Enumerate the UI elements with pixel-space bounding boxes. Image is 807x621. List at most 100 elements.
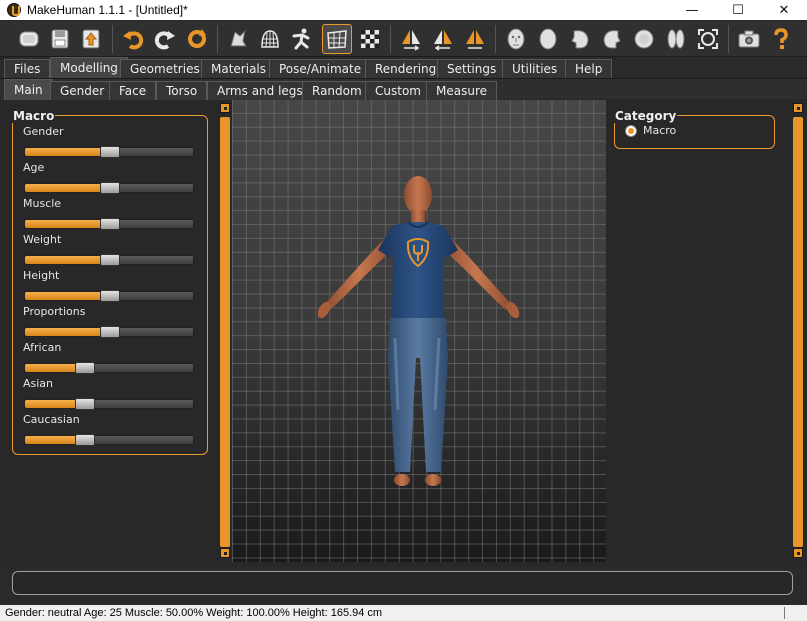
tab-files[interactable]: Files	[4, 59, 51, 78]
smooth-icon[interactable]	[223, 24, 253, 54]
3d-viewport[interactable]	[232, 100, 606, 562]
symmetry-right-icon[interactable]	[396, 24, 426, 54]
slider-fill	[25, 292, 110, 300]
tab-modelling[interactable]: Modelling	[50, 57, 128, 78]
left-scrollbar[interactable]	[220, 117, 230, 547]
symmetry-left-icon[interactable]	[428, 24, 458, 54]
tab-help[interactable]: Help	[565, 59, 613, 78]
close-button[interactable]: ✕	[761, 0, 807, 20]
slider-fill	[25, 184, 110, 192]
slider-track[interactable]	[24, 290, 194, 302]
window-title: MakeHuman 1.1.1 - [Untitled]*	[27, 3, 188, 17]
head-top-icon[interactable]	[629, 24, 659, 54]
slider-label: Gender	[23, 125, 64, 138]
slider-label: African	[23, 341, 62, 354]
slider-fill	[25, 148, 110, 156]
left-panel: Macro Gender Age Muscle Weight Height Proport…	[4, 100, 218, 566]
subtab-torso[interactable]: Torso	[156, 81, 208, 100]
help-icon[interactable]	[766, 24, 796, 54]
subtab-measure[interactable]: Measure	[426, 81, 497, 100]
face-front-icon[interactable]	[501, 24, 531, 54]
slider-african: African	[23, 341, 195, 374]
tab-pose-animate[interactable]: Pose/Animate	[269, 59, 372, 78]
reset-icon[interactable]	[182, 24, 212, 54]
slider-track[interactable]	[24, 398, 194, 410]
slider-track[interactable]	[24, 218, 194, 230]
slider-handle[interactable]	[100, 146, 120, 158]
left-scroll-up-arrow[interactable]	[220, 103, 230, 113]
slider-track[interactable]	[24, 326, 194, 338]
slider-track[interactable]	[24, 362, 194, 374]
category-title: Category	[614, 109, 678, 123]
grid-icon[interactable]	[322, 24, 352, 54]
redo-icon[interactable]	[150, 24, 180, 54]
wireframe-icon[interactable]	[255, 24, 285, 54]
checker-icon[interactable]	[355, 24, 385, 54]
slider-fill	[25, 220, 110, 228]
screenshot-icon[interactable]	[734, 24, 764, 54]
save-icon[interactable]	[45, 24, 75, 54]
title-bar: MakeHuman 1.1.1 - [Untitled]* — ☐ ✕	[0, 0, 807, 20]
slider-track[interactable]	[24, 254, 194, 266]
slider-handle[interactable]	[100, 290, 120, 302]
slider-asian: Asian	[23, 377, 195, 410]
slider-label: Asian	[23, 377, 54, 390]
face-left-icon[interactable]	[565, 24, 595, 54]
tab-utilities[interactable]: Utilities	[502, 59, 568, 78]
left-scroll-down-arrow[interactable]	[220, 548, 230, 558]
slider-label: Caucasian	[23, 413, 80, 426]
undo-icon[interactable]	[118, 24, 148, 54]
slider-handle[interactable]	[75, 362, 95, 374]
subtab-random[interactable]: Random	[302, 81, 372, 100]
right-scroll-up-arrow[interactable]	[793, 103, 803, 113]
slider-handle[interactable]	[75, 434, 95, 446]
slider-handle[interactable]	[100, 218, 120, 230]
right-panel: Category Macro	[610, 100, 790, 566]
macro-radio-label[interactable]: Macro	[643, 124, 676, 137]
export-icon[interactable]	[76, 24, 106, 54]
pose-icon[interactable]	[287, 24, 317, 54]
slider-label: Height	[23, 269, 60, 282]
slider-label: Muscle	[23, 197, 62, 210]
slider-gender: Gender	[23, 125, 195, 158]
slider-fill	[25, 328, 110, 336]
subtab-main[interactable]: Main	[4, 79, 53, 100]
slider-track[interactable]	[24, 434, 194, 446]
slider-weight: Weight	[23, 233, 195, 266]
slider-label: Proportions	[23, 305, 86, 318]
head-icon[interactable]	[533, 24, 563, 54]
right-scrollbar[interactable]	[793, 117, 803, 547]
slider-handle[interactable]	[100, 254, 120, 266]
tab-rendering[interactable]: Rendering	[365, 59, 447, 78]
slider-label: Weight	[23, 233, 62, 246]
tab-settings[interactable]: Settings	[437, 59, 507, 78]
slider-handle[interactable]	[100, 182, 120, 194]
tab-geometries[interactable]: Geometries	[120, 59, 210, 78]
subtab-gender[interactable]: Gender	[50, 81, 115, 100]
subtab-arms-and-legs[interactable]: Arms and legs	[207, 81, 313, 100]
maximize-button[interactable]: ☐	[715, 0, 761, 20]
slider-muscle: Muscle	[23, 197, 195, 230]
slider-label: Age	[23, 161, 45, 174]
face-right-icon[interactable]	[597, 24, 627, 54]
main-tab-bar: Files Modelling Geometries Materials Pos…	[0, 57, 807, 78]
slider-age: Age	[23, 161, 195, 194]
new-file-icon[interactable]	[14, 24, 44, 54]
reset-camera-icon[interactable]	[693, 24, 723, 54]
macro-radio-button[interactable]	[625, 125, 637, 137]
slider-fill	[25, 256, 110, 264]
slider-handle[interactable]	[100, 326, 120, 338]
human-model	[317, 176, 520, 486]
symmetry-icon[interactable]	[460, 24, 490, 54]
slider-track[interactable]	[24, 182, 194, 194]
status-bar: Gender: neutral Age: 25 Muscle: 50.00% W…	[0, 605, 807, 621]
slider-handle[interactable]	[75, 398, 95, 410]
tab-materials[interactable]: Materials	[201, 59, 277, 78]
right-scroll-down-arrow[interactable]	[793, 548, 803, 558]
slider-track[interactable]	[24, 146, 194, 158]
minimize-button[interactable]: —	[669, 0, 715, 20]
subtab-custom[interactable]: Custom	[365, 81, 431, 100]
progress-bar	[12, 571, 793, 595]
head-back-icon[interactable]	[661, 24, 691, 54]
subtab-face[interactable]: Face	[109, 81, 157, 100]
